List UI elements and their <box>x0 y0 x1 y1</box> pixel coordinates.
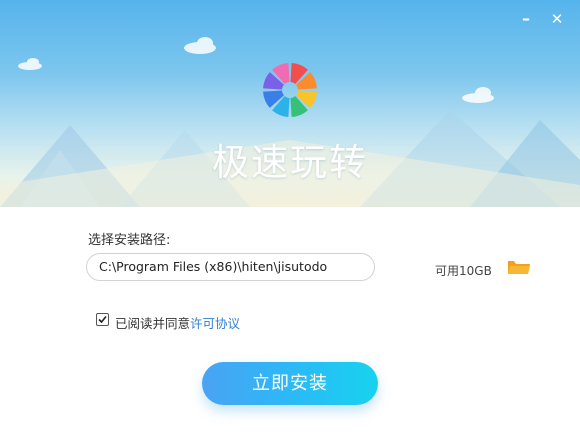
agree-statement: 已阅读并同意许可协议 <box>115 313 240 332</box>
install-now-button[interactable]: 立即安装 <box>202 362 378 405</box>
minimize-button[interactable]: – <box>515 8 537 30</box>
checkmark-icon <box>98 315 107 324</box>
agree-text: 已阅读并同意 <box>115 316 191 331</box>
app-logo-icon <box>263 63 317 117</box>
install-path-field[interactable]: C:\Program Files (x86)\hiten\jisutodo <box>86 253 375 281</box>
close-button[interactable]: ✕ <box>546 8 568 30</box>
agree-checkbox[interactable] <box>96 313 109 326</box>
install-path-label: 选择安装路径: <box>88 233 171 248</box>
cloud-decoration <box>18 37 494 103</box>
app-title: 极速玩转 <box>212 141 368 184</box>
header-banner: – ✕ 极速玩转 <box>0 0 580 207</box>
folder-icon[interactable] <box>507 258 531 276</box>
available-space-text: 可用10GB <box>435 264 492 278</box>
license-agreement-link[interactable]: 许可协议 <box>190 316 240 331</box>
